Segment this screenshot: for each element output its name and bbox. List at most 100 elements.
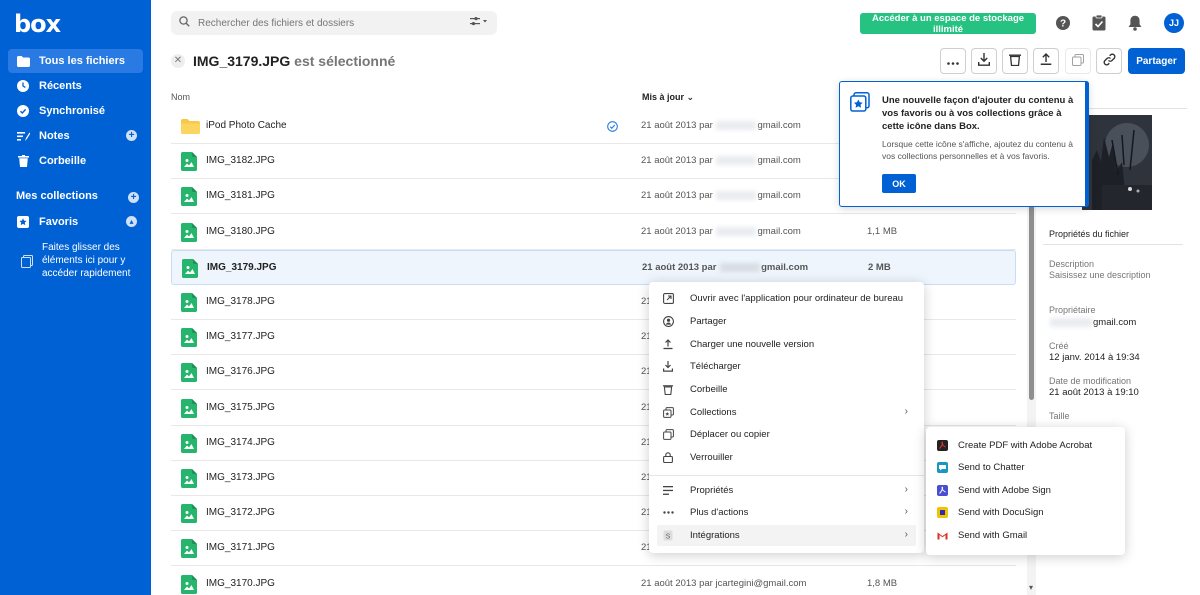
file-name[interactable]: IMG_3172.JPG (206, 507, 275, 518)
file-name[interactable]: IMG_3176.JPG (206, 366, 275, 377)
search-bar[interactable] (171, 11, 497, 35)
add-to-collection-button[interactable] (1065, 48, 1091, 74)
trash-button[interactable] (1002, 48, 1028, 74)
chatter-icon (937, 461, 948, 473)
file-preview-thumbnail[interactable] (1082, 115, 1152, 210)
notifications-bell-icon[interactable] (1128, 15, 1144, 31)
properties-list-icon (662, 485, 674, 497)
redacted-email (716, 120, 757, 130)
modified-label: Date de modification (1049, 376, 1132, 386)
file-name[interactable]: IMG_3175.JPG (206, 402, 275, 413)
sidebar-item-trash[interactable]: Corbeille (8, 149, 143, 173)
file-updated: 21 août 2013 par jcartegini@gmail.com (641, 578, 806, 589)
add-collection-plus-icon[interactable]: + (128, 192, 139, 203)
selected-filename: IMG_3179.JPG (193, 53, 291, 69)
menu-item-label: Propriétés (690, 485, 734, 496)
gmail-icon (937, 529, 948, 541)
scrollbar-thumb[interactable] (1029, 205, 1034, 400)
sidebar-item-favorites[interactable]: Favoris ▴ (8, 210, 143, 234)
menu-item-properties[interactable]: Propriétés › (657, 480, 916, 501)
menu-item-more-actions[interactable]: Plus d'actions › (657, 502, 916, 523)
share-button[interactable]: Partager (1128, 48, 1185, 74)
submenu-item-gmail[interactable]: Send with Gmail (934, 524, 1117, 546)
column-header-name[interactable]: Nom (171, 92, 190, 102)
submenu-item-docusign[interactable]: Send with DocuSign (934, 501, 1117, 523)
upload-new-version-button[interactable] (1033, 48, 1059, 74)
collection-star-icon (850, 92, 870, 115)
submenu-item-chatter[interactable]: Send to Chatter (934, 456, 1117, 478)
svg-text:S: S (666, 533, 671, 540)
sidebar-item-synced[interactable]: Synchronisé (8, 99, 143, 123)
description-input[interactable]: Saisissez une description (1049, 270, 1151, 280)
sidebar-item-all-files[interactable]: Tous les fichiers (8, 49, 143, 73)
file-updated-text: 21 août 2013 par jcartegini@gmail.com (641, 578, 807, 589)
collapse-favorites-icon[interactable]: ▴ (126, 216, 137, 227)
help-icon[interactable]: ? (1055, 15, 1071, 31)
file-name[interactable]: IMG_3170.JPG (206, 578, 275, 589)
menu-item-collections[interactable]: Collections › (657, 402, 916, 423)
file-updated-email-suffix: gmail.com (757, 120, 801, 131)
menu-item-open-desktop[interactable]: Ouvrir avec l'application pour ordinateu… (657, 288, 916, 309)
submenu-item-adobe-sign[interactable]: Send with Adobe Sign (934, 479, 1117, 501)
menu-item-label: Verrouiller (690, 452, 733, 463)
collections-heading[interactable]: Mes collections (16, 190, 98, 202)
file-name[interactable]: IMG_3179.JPG (207, 262, 276, 273)
file-size: 1,1 MB (867, 226, 898, 237)
file-name[interactable]: IMG_3182.JPG (206, 155, 275, 166)
image-file-icon (181, 293, 197, 312)
box-logo[interactable]: box (14, 10, 61, 38)
image-file-icon (181, 539, 197, 558)
copy-link-button[interactable] (1096, 48, 1122, 74)
menu-item-integrations[interactable]: S Intégrations › (657, 525, 916, 546)
file-updated-email-suffix: gmail.com (757, 155, 801, 166)
file-name[interactable]: IMG_3173.JPG (206, 472, 275, 483)
scroll-down-arrow-icon[interactable]: ▾ (1029, 583, 1033, 592)
chevron-right-icon: › (904, 406, 908, 417)
file-name[interactable]: iPod Photo Cache (206, 120, 287, 131)
file-name[interactable]: IMG_3178.JPG (206, 296, 275, 307)
redacted-email (720, 262, 761, 272)
menu-item-download[interactable]: Télécharger (657, 356, 916, 377)
upgrade-storage-button[interactable]: Accéder à un espace de stockage illimité (860, 13, 1036, 35)
sidebar-item-recents[interactable]: Récents (8, 74, 143, 98)
submenu-item-label: Create PDF with Adobe Acrobat (958, 439, 1093, 451)
redacted-email (716, 226, 757, 236)
user-avatar[interactable]: JJ (1164, 13, 1184, 33)
menu-item-share[interactable]: Partager (657, 311, 916, 332)
tooltip-ok-button[interactable]: OK (882, 174, 916, 193)
tasks-icon[interactable] (1092, 14, 1108, 31)
submenu-item-label: Send to Chatter (958, 461, 1025, 473)
tooltip-title: Une nouvelle façon d'ajouter du contenu … (882, 95, 1074, 132)
file-size: 1,8 MB (867, 578, 898, 589)
file-name[interactable]: IMG_3174.JPG (206, 437, 275, 448)
search-input[interactable] (198, 17, 448, 29)
file-row[interactable]: IMG_3179.JPG 21 août 2013 par gmail.com 2 … (171, 250, 1016, 285)
image-file-icon (182, 259, 198, 278)
download-button[interactable] (971, 48, 997, 74)
file-name[interactable]: IMG_3177.JPG (206, 331, 275, 342)
image-file-icon (181, 152, 197, 171)
file-row[interactable]: IMG_3170.JPG 21 août 2013 par jcartegini@… (171, 567, 1016, 595)
file-updated: 21 août 2013 par gmail.com (642, 262, 808, 273)
sidebar-item-notes[interactable]: Notes + (8, 124, 143, 148)
integrations-submenu: Create PDF with Adobe Acrobat Send to Ch… (926, 427, 1125, 555)
column-header-updated[interactable]: Mis à jour ⌄ (642, 92, 694, 103)
menu-item-move-copy[interactable]: Déplacer ou copier (657, 424, 916, 445)
menu-item-trash[interactable]: Corbeille (657, 379, 916, 400)
file-name[interactable]: IMG_3171.JPG (206, 542, 275, 553)
download-icon (978, 53, 990, 69)
menu-item-lock[interactable]: Verrouiller (657, 447, 916, 468)
upload-icon (662, 339, 674, 351)
file-name[interactable]: IMG_3180.JPG (206, 226, 275, 237)
clear-selection-close-icon[interactable]: ✕ (171, 54, 185, 68)
file-name[interactable]: IMG_3181.JPG (206, 190, 275, 201)
menu-item-upload-version[interactable]: Charger une nouvelle version (657, 334, 916, 355)
filter-icon[interactable] (470, 17, 488, 29)
folder-icon (181, 119, 200, 138)
submenu-item-adobe-acrobat[interactable]: Create PDF with Adobe Acrobat (934, 434, 1117, 456)
add-note-plus-icon[interactable]: + (126, 130, 137, 141)
trash-icon (1009, 53, 1021, 69)
file-row[interactable]: IMG_3180.JPG 21 août 2013 par gmail.com 1,… (171, 215, 1016, 250)
more-options-button[interactable] (940, 48, 966, 74)
menu-item-label: Charger une nouvelle version (690, 339, 815, 350)
